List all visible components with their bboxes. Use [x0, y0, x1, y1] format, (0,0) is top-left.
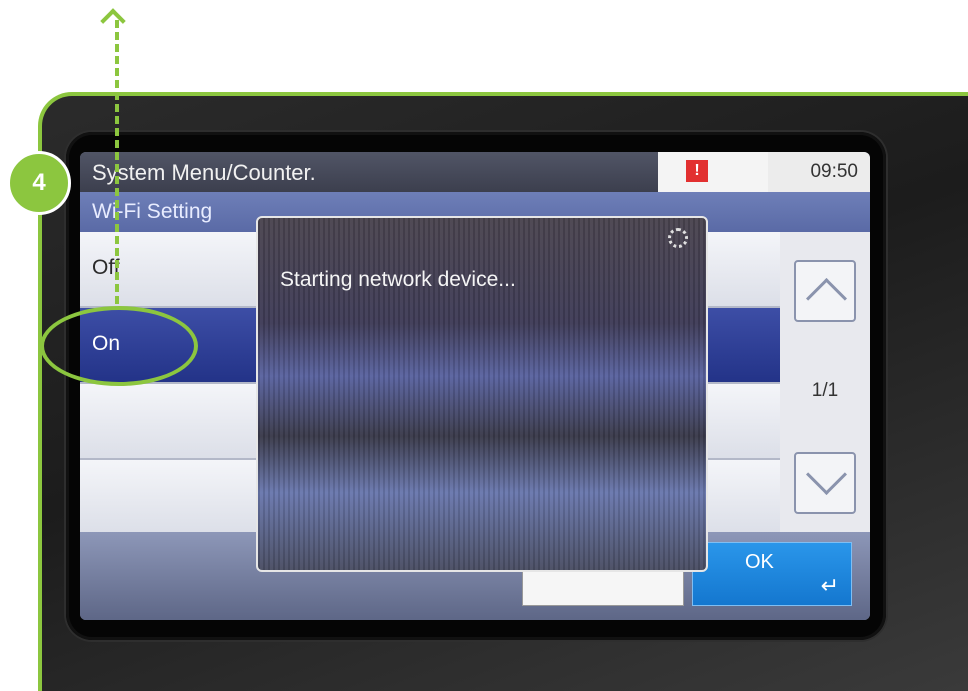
page-down-button[interactable] [794, 452, 856, 514]
ok-button[interactable]: OK ↵ [692, 542, 852, 606]
spinner-icon [668, 228, 688, 248]
clock-area: 09:50 [768, 152, 870, 192]
pagination-panel: 1/1 [780, 232, 870, 532]
callout-arrow-icon [100, 8, 126, 34]
warning-icon: ! [686, 160, 708, 182]
chevron-up-icon [805, 277, 848, 320]
enter-icon: ↵ [820, 573, 839, 598]
step-badge: 4 [7, 151, 71, 215]
clock-time: 09:50 [810, 161, 858, 182]
page-title: System Menu/Counter. [92, 160, 316, 185]
header-bar: System Menu/Counter. ! 09:50 [80, 152, 870, 192]
dialog-message: Starting network device... [280, 268, 516, 291]
chevron-down-icon [805, 453, 848, 496]
touch-screen: System Menu/Counter. ! 09:50 Wi-Fi Setti… [80, 152, 870, 620]
page-up-button[interactable] [794, 260, 856, 322]
breadcrumb: Wi-Fi Setting [92, 200, 213, 223]
progress-dialog: Starting network device... [256, 216, 708, 572]
alert-indicator[interactable]: ! [658, 152, 768, 192]
ok-label: OK [745, 551, 774, 573]
page-indicator: 1/1 [811, 380, 839, 401]
callout-dashed-line [115, 20, 119, 304]
highlight-ellipse [40, 306, 198, 386]
